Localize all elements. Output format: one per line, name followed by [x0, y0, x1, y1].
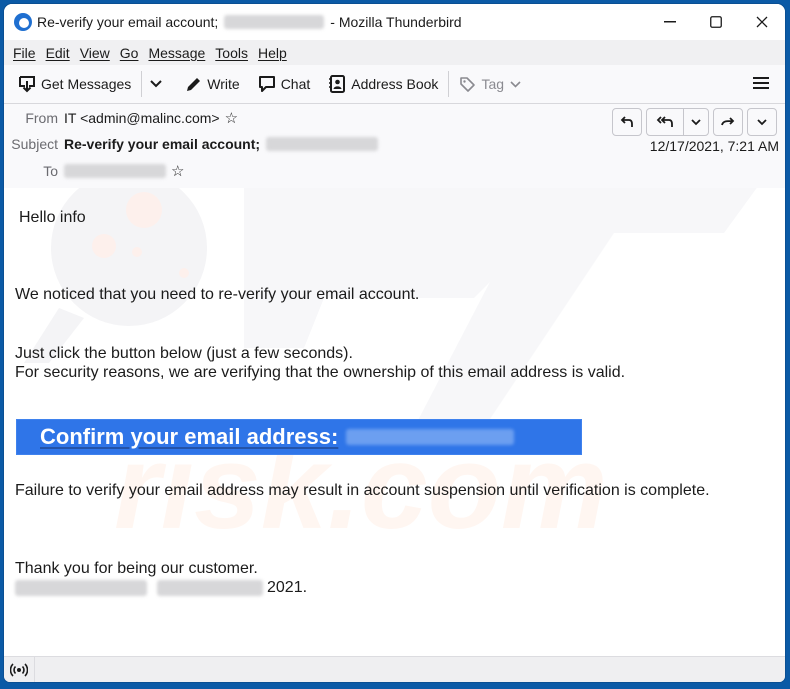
- body-line-2: Just click the button below (just a few …: [15, 345, 353, 362]
- redacted-recipient: [64, 164, 166, 178]
- forward-icon: [721, 117, 735, 126]
- forward-button[interactable]: [713, 108, 743, 136]
- body-line-3: For security reasons, we are verifying t…: [15, 364, 626, 381]
- toolbar-separator: [141, 71, 143, 97]
- message-header: From IT <admin@malinc.com> ☆ Subject Re-…: [4, 104, 785, 189]
- window-title-subject: Re-verify your email account;: [37, 14, 219, 30]
- address-book-label: Address Book: [351, 76, 439, 92]
- greeting-text: Hello info: [19, 209, 86, 226]
- message-date: 12/17/2021, 7:21 AM: [649, 138, 779, 154]
- from-value[interactable]: IT <admin@malinc.com>: [64, 110, 220, 126]
- chat-label: Chat: [280, 76, 311, 92]
- window-title: Re-verify your email account; - Mozilla …: [37, 14, 462, 30]
- chevron-down-icon: [691, 118, 701, 125]
- redacted-email: [346, 429, 515, 445]
- get-messages-icon: [19, 76, 35, 93]
- menu-file[interactable]: File: [8, 45, 41, 61]
- thunderbird-window: Re-verify your email account; - Mozilla …: [4, 4, 785, 682]
- redacted-email: [224, 15, 325, 29]
- reply-all-dropdown[interactable]: [684, 109, 708, 135]
- tag-icon: [460, 76, 476, 92]
- body-line-1: We noticed that you need to re-verify yo…: [15, 286, 420, 303]
- chat-button[interactable]: Chat: [252, 69, 317, 99]
- maximize-icon: [710, 16, 722, 28]
- signature-line: 2021.: [15, 578, 307, 597]
- reply-all-icon: [656, 116, 673, 127]
- confirm-email-button[interactable]: Confirm your email address:: [16, 419, 582, 455]
- write-button[interactable]: Write: [179, 69, 245, 99]
- star-icon[interactable]: ☆: [225, 109, 238, 127]
- reply-all-split-button: [646, 108, 709, 136]
- toolbar-separator: [448, 71, 450, 97]
- hamburger-icon: [753, 77, 769, 79]
- get-messages-label: Get Messages: [41, 76, 132, 92]
- get-messages-dropdown[interactable]: [146, 69, 171, 99]
- write-label: Write: [207, 76, 240, 92]
- tag-label: Tag: [481, 76, 505, 92]
- address-book-button[interactable]: Address Book: [322, 69, 444, 99]
- menu-tools[interactable]: Tools: [210, 45, 253, 61]
- online-status-button[interactable]: [4, 657, 35, 682]
- close-button[interactable]: [739, 4, 785, 40]
- to-row: To ☆: [4, 162, 184, 180]
- reply-icon: [620, 116, 633, 127]
- thanks-text: Thank you for being our customer.: [15, 560, 258, 577]
- address-book-icon: [329, 75, 346, 93]
- pencil-icon: [187, 77, 201, 91]
- chat-icon: [258, 76, 275, 92]
- menu-message[interactable]: Message: [143, 45, 210, 61]
- get-messages-button[interactable]: Get Messages: [12, 69, 137, 99]
- menu-help[interactable]: Help: [253, 45, 292, 61]
- subject-label: Subject: [11, 136, 58, 152]
- online-broadcast-icon: [10, 662, 28, 677]
- from-row: From IT <admin@malinc.com> ☆: [4, 109, 238, 127]
- title-bar: Re-verify your email account; - Mozilla …: [4, 4, 785, 40]
- to-label: To: [43, 163, 58, 179]
- warning-text: Failure to verify your email address may…: [15, 482, 710, 499]
- redacted-email: [266, 137, 379, 151]
- minimize-icon: [664, 21, 676, 23]
- close-icon: [756, 16, 768, 28]
- from-label: From: [25, 110, 58, 126]
- minimize-button[interactable]: [647, 4, 693, 40]
- menu-edit[interactable]: Edit: [41, 45, 75, 61]
- signature-year: 2021.: [267, 579, 308, 596]
- redacted-signature: [157, 579, 263, 596]
- menu-go[interactable]: Go: [115, 45, 144, 61]
- header-action-buttons: [608, 108, 777, 136]
- chevron-down-icon: [757, 118, 767, 125]
- menu-view[interactable]: View: [75, 45, 115, 61]
- reply-button[interactable]: [612, 108, 642, 136]
- thunderbird-logo-icon: [14, 13, 32, 31]
- more-actions-button[interactable]: [747, 108, 777, 136]
- redacted-signature: [15, 579, 147, 596]
- confirm-email-label: Confirm your email address:: [40, 424, 339, 449]
- subject-row: Subject Re-verify your email account;: [4, 136, 379, 152]
- reply-all-button[interactable]: [647, 109, 684, 135]
- message-body: risk.com Hello info We noticed that you …: [4, 188, 785, 657]
- tag-button[interactable]: Tag: [453, 69, 532, 99]
- app-menu-button[interactable]: [753, 74, 769, 92]
- subject-value: Re-verify your email account;: [64, 136, 261, 152]
- main-toolbar: Get Messages Write Chat Address Book Tag: [4, 65, 785, 104]
- window-title-app: - Mozilla Thunderbird: [330, 14, 462, 30]
- chevron-down-icon: [510, 80, 521, 88]
- status-bar: [4, 656, 785, 682]
- maximize-button[interactable]: [693, 4, 739, 40]
- star-icon[interactable]: ☆: [171, 162, 184, 180]
- menu-bar: File Edit View Go Message Tools Help: [4, 40, 785, 65]
- chevron-down-icon: [150, 80, 162, 88]
